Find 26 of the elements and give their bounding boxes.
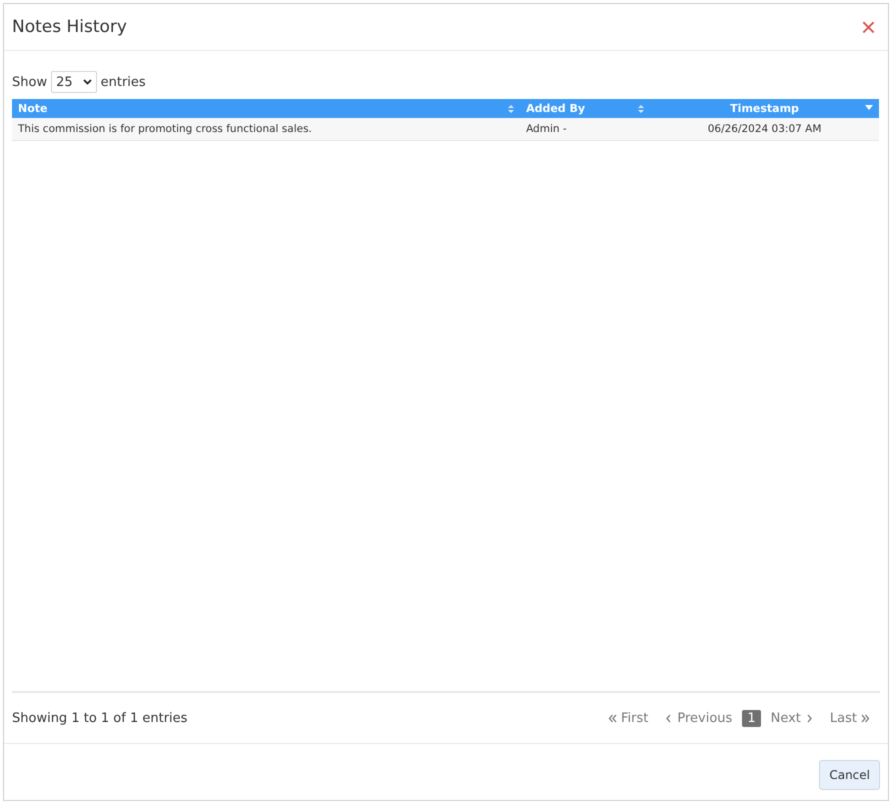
close-button[interactable]: × bbox=[856, 14, 880, 40]
sort-icon[interactable] bbox=[508, 105, 514, 113]
table-cell: This commission is for promoting cross functional sales. bbox=[12, 118, 520, 140]
sort-down-icon[interactable] bbox=[865, 105, 873, 110]
pagination-button[interactable]: Previous bbox=[658, 708, 738, 728]
chevron-down-icon bbox=[82, 79, 92, 85]
pagination-button[interactable]: 1 bbox=[742, 710, 761, 726]
pagination-button[interactable]: Last bbox=[824, 708, 876, 728]
double-chevron-left-icon bbox=[608, 714, 618, 722]
entries-select[interactable]: 25 bbox=[51, 71, 97, 93]
sort-icon[interactable] bbox=[638, 105, 644, 113]
dialog-title: Notes History bbox=[12, 17, 127, 37]
show-label: Show bbox=[12, 74, 48, 90]
column-header[interactable]: Added By bbox=[520, 99, 650, 118]
double-chevron-right-icon bbox=[861, 714, 870, 722]
chevron-right-icon bbox=[804, 714, 814, 722]
table-cell: Admin - bbox=[520, 118, 650, 140]
column-header[interactable]: Note bbox=[12, 99, 520, 118]
entries-label: entries bbox=[100, 74, 146, 90]
cancel-button[interactable]: Cancel bbox=[819, 760, 880, 790]
table-cell: 06/26/2024 03:07 AM bbox=[650, 118, 879, 140]
pagination-button[interactable]: First bbox=[602, 708, 654, 728]
entries-info: Showing 1 to 1 of 1 entries bbox=[12, 710, 188, 726]
chevron-left-icon bbox=[664, 714, 674, 722]
pagination-button[interactable]: Next bbox=[764, 708, 820, 728]
column-header[interactable]: Timestamp bbox=[650, 99, 879, 118]
